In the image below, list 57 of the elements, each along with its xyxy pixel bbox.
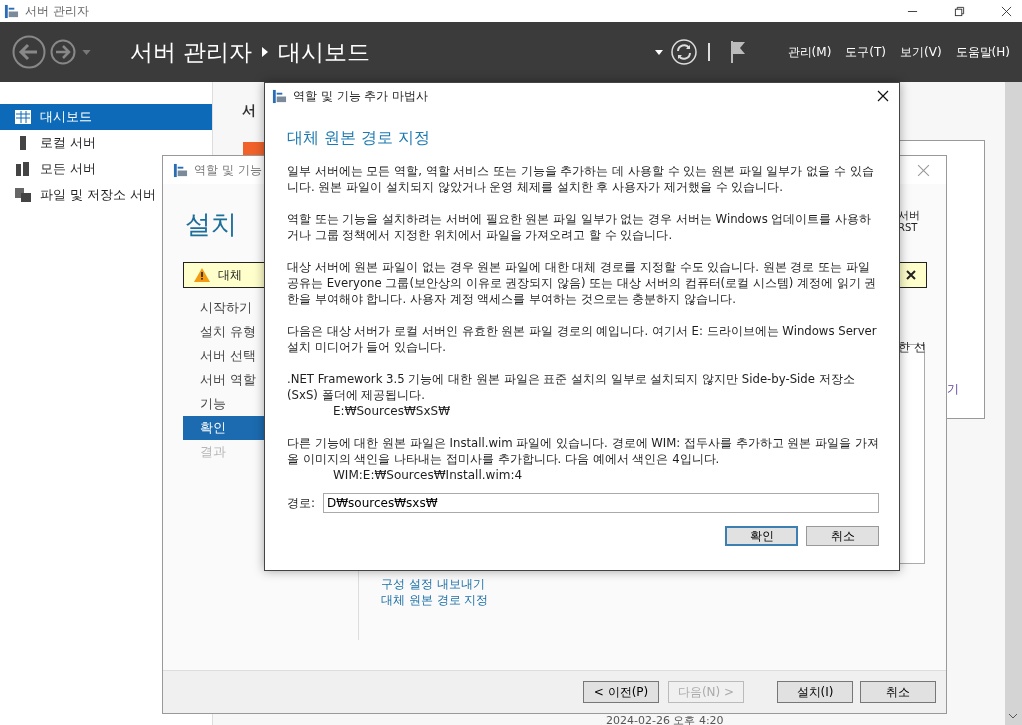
dialog-heading: 대체 원본 경로 지정 [287, 128, 432, 149]
link[interactable]: 대체 원본 경로 지정 [381, 592, 489, 608]
back-icon[interactable] [12, 35, 46, 69]
text-fragment: 한 선 [898, 339, 926, 356]
forward-icon[interactable] [50, 39, 76, 65]
caret-icon[interactable] [654, 49, 663, 55]
warning-icon [194, 268, 210, 282]
dialog-button[interactable]: 확인 [725, 526, 798, 546]
sidebar-item[interactable]: 대시보드 [0, 104, 212, 130]
restore-icon[interactable] [954, 5, 965, 17]
path-field[interactable]: D₩sources₩sxs₩ [323, 493, 879, 513]
flag-icon[interactable] [729, 41, 746, 63]
sidebar-item[interactable]: 모든 서버 [0, 156, 160, 182]
menu-item[interactable]: 도움말(H) [955, 43, 1010, 61]
app-icon [4, 3, 19, 19]
menu-item[interactable]: 도구(T) [845, 43, 887, 61]
paragraph: 일부 서버에는 모든 역할, 역할 서비스 또는 기능을 추가하는 데 사용할 수 있는 원본 파일 일부가 없을 수 있습니다. 원본 파일이 설치되지 않았거나 운영 체제를 설치한 후 사용자가 제거했을 수 있습니다. [287, 163, 875, 195]
paragraph: 대상 서버에 원본 파일이 없는 경우 원본 파일에 대한 대체 경로를 지정할 수도 있습니다. 원본 경로 또는 파일 공유는 Everyone 그룹(보안상의 이유로 권장되지 않음) 또는 대상 서버의 컴퓨터(로컬 시스템) 계정에 읽기 권한을 부여해야 합니다. 사용자 계정 액세스를 부여하는 것으로는 충분하지 않습니다. [287, 259, 878, 307]
field-label: 경로: [287, 494, 317, 512]
section-heading: 서 [242, 102, 256, 120]
paragraph: .NET Framework 3.5 기능에 대한 원본 파일은 표준 설치의 일부로 설치되지 않지만 Side-by-Side 저장소(SxS) 폴더에 제공됩니다. [287, 371, 856, 403]
close-icon[interactable] [877, 90, 889, 102]
link[interactable]: 구성 설정 내보내기 [381, 576, 489, 592]
menu-item[interactable]: 관리(M) [787, 43, 832, 61]
warning-text: 대체 [218, 266, 242, 284]
scroll-down-icon[interactable] [1009, 714, 1017, 719]
wizard-heading: 설치 [185, 208, 237, 241]
breadcrumb-item[interactable]: 서버 관리자 [130, 36, 253, 68]
example-path: WIM:E:₩Sources₩Install.wim:4 [332, 467, 524, 483]
paragraph: 다른 기능에 대한 원본 파일은 Install.wim 파일에 있습니다. 경로에 WIM: 접두사를 추가하고 원본 파일을 가져올 이미지의 색인을 나타내는 접미사를 추가합니다. 다음 예에서 색인은 4입니다. [287, 435, 879, 467]
text-fragment: 서버 [898, 208, 920, 223]
dialog-title: 역할 및 기능 추가 마법사 [293, 87, 429, 105]
storage-icon [15, 188, 31, 202]
breadcrumb-item[interactable]: 대시보드 [278, 36, 371, 68]
refresh-icon[interactable] [670, 39, 697, 65]
grid-icon [15, 110, 31, 124]
wizard-button[interactable]: 설치(I) [777, 681, 853, 703]
wizard-button[interactable]: < 이전(P) [583, 681, 659, 703]
paragraph: 다음은 대상 서버가 로컬 서버인 유효한 원본 파일 경로의 예입니다. 여기서 E: 드라이브에는 Windows Server 설치 미디어가 들어 있습니다. [287, 323, 878, 355]
dismiss-icon[interactable] [906, 270, 916, 280]
chevron-icon [262, 47, 269, 57]
wizard-title: 역할 및 기능 [194, 161, 262, 179]
wizard-icon [272, 88, 287, 104]
dialog-button[interactable]: 취소 [806, 526, 879, 546]
scrollbar[interactable] [1005, 82, 1022, 725]
paragraph: 역할 또는 기능을 설치하려는 서버에 필요한 원본 파일 일부가 없는 경우 서버는 Windows 업데이트를 사용하거나 그룹 정책에서 지정한 위치에서 파일을 가져오려고 할 수 있습니다. [287, 211, 873, 243]
servers-icon [15, 162, 31, 176]
menu-item[interactable]: 보기(V) [900, 43, 942, 61]
wizard-button[interactable]: 취소 [860, 681, 936, 703]
sidebar-item[interactable]: 로컬 서버 [0, 130, 160, 156]
wizard-icon [173, 162, 188, 178]
example-path: E:₩Sources₩SxS₩ [332, 403, 452, 419]
window-title: 서버 관리자 [25, 2, 89, 20]
timestamp: 2024-02-26 오후 4:20 [606, 713, 724, 725]
close-icon[interactable] [1001, 5, 1012, 17]
text-fragment: 기 [947, 381, 959, 398]
sidebar-item[interactable]: 파일 및 저장소 서버 [0, 182, 160, 208]
